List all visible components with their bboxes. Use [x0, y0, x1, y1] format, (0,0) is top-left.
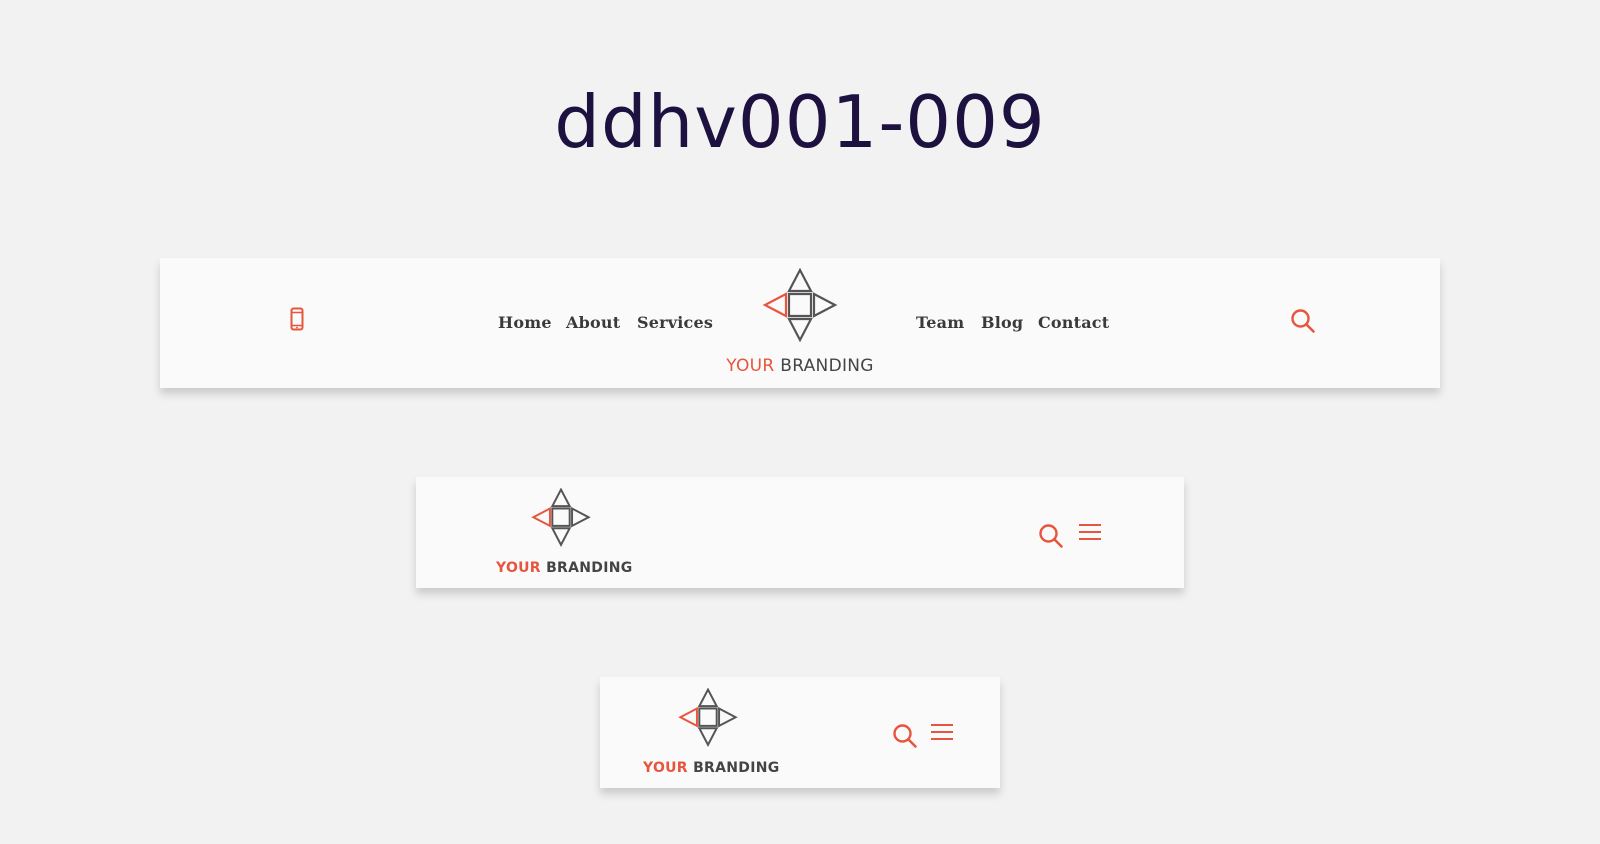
search-icon[interactable] [1290, 308, 1316, 334]
hamburger-menu-icon[interactable] [1078, 523, 1102, 541]
nav-link-team[interactable]: Team [916, 313, 964, 333]
brand-logo[interactable]: YOUR BRANDING [703, 258, 897, 388]
phone-icon[interactable] [290, 307, 304, 331]
brand-word-branding: BRANDING [546, 560, 633, 576]
brand-wordmark: YOUR BRANDING [496, 560, 632, 576]
mobile-header: YOUR BRANDING [600, 677, 1000, 788]
nav-link-about[interactable]: About [566, 313, 620, 333]
tablet-header: YOUR BRANDING [416, 477, 1184, 588]
search-icon[interactable] [892, 723, 918, 749]
brand-word-branding: BRANDING [780, 356, 874, 376]
brand-logo[interactable]: YOUR BRANDING [496, 477, 632, 588]
search-icon[interactable] [1038, 523, 1064, 549]
nav-link-contact[interactable]: Contact [1038, 313, 1109, 333]
logo-mark-icon [676, 688, 740, 748]
hamburger-menu-icon[interactable] [930, 723, 954, 741]
nav-link-services[interactable]: Services [637, 313, 713, 333]
nav-link-blog[interactable]: Blog [981, 313, 1023, 333]
brand-wordmark: YOUR BRANDING [643, 760, 779, 776]
desktop-header: Home About Services YOUR BRANDING Team B… [160, 258, 1440, 388]
page-title: ddhv001-009 [554, 80, 1046, 164]
brand-word-your: YOUR [496, 560, 541, 576]
brand-wordmark: YOUR BRANDING [703, 356, 897, 376]
logo-mark-icon [760, 268, 840, 344]
nav-link-home[interactable]: Home [498, 313, 552, 333]
logo-mark-icon [529, 488, 593, 548]
brand-word-branding: BRANDING [693, 760, 780, 776]
brand-word-your: YOUR [726, 356, 775, 376]
brand-word-your: YOUR [643, 760, 688, 776]
brand-logo[interactable]: YOUR BRANDING [643, 677, 779, 788]
